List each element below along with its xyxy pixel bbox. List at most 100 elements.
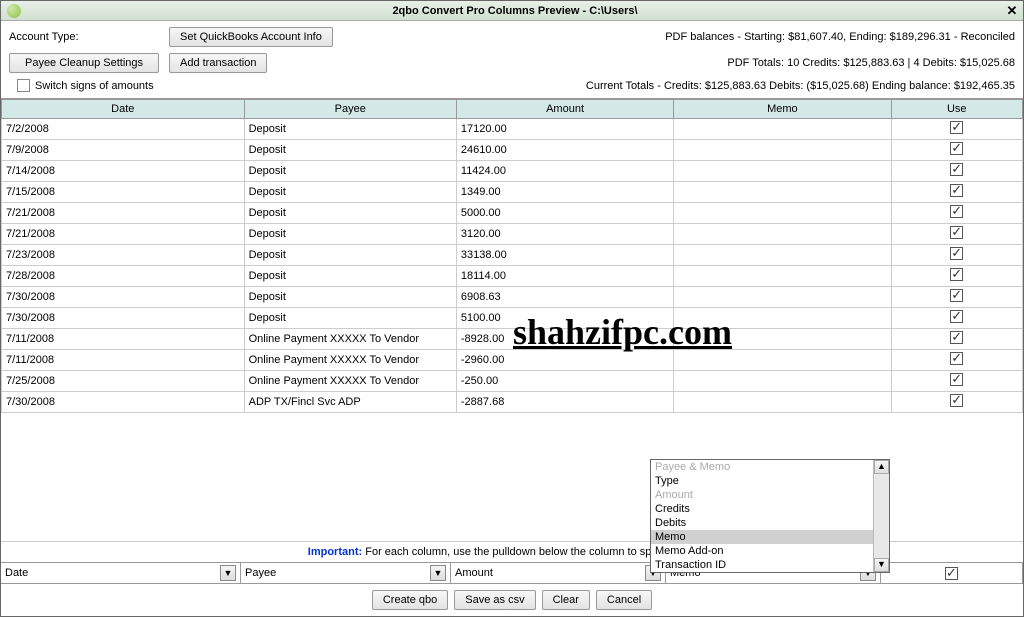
table-row[interactable]: 7/28/2008Deposit18114.00 <box>2 266 1023 287</box>
cell-date[interactable]: 7/14/2008 <box>2 161 245 182</box>
cell-amount[interactable]: 5100.00 <box>456 308 673 329</box>
cell-date[interactable]: 7/11/2008 <box>2 329 245 350</box>
selector-use[interactable] <box>881 563 1023 583</box>
cell-amount[interactable]: 17120.00 <box>456 119 673 140</box>
switch-signs-checkbox[interactable] <box>17 79 30 92</box>
dropdown-item[interactable]: Debits <box>651 516 889 530</box>
chevron-down-icon[interactable]: ▼ <box>430 565 446 581</box>
cell-date[interactable]: 7/2/2008 <box>2 119 245 140</box>
cell-amount[interactable]: -250.00 <box>456 371 673 392</box>
cell-memo[interactable] <box>674 161 891 182</box>
cell-payee[interactable]: Deposit <box>244 140 456 161</box>
cell-memo[interactable] <box>674 203 891 224</box>
col-header-amount[interactable]: Amount <box>456 100 673 119</box>
cell-amount[interactable]: 5000.00 <box>456 203 673 224</box>
table-row[interactable]: 7/14/2008Deposit11424.00 <box>2 161 1023 182</box>
table-row[interactable]: 7/30/2008Deposit6908.63 <box>2 287 1023 308</box>
cell-memo[interactable] <box>674 329 891 350</box>
cell-date[interactable]: 7/11/2008 <box>2 350 245 371</box>
cell-memo[interactable] <box>674 119 891 140</box>
selector-amount[interactable]: Amount ▼ <box>451 563 666 583</box>
cell-payee[interactable]: Deposit <box>244 119 456 140</box>
cell-payee[interactable]: Online Payment XXXXX To Vendor <box>244 371 456 392</box>
use-checkbox[interactable] <box>950 310 963 323</box>
dropdown-item[interactable]: Type <box>651 474 889 488</box>
use-checkbox[interactable] <box>950 163 963 176</box>
cell-amount[interactable]: 6908.63 <box>456 287 673 308</box>
cell-date[interactable]: 7/21/2008 <box>2 203 245 224</box>
scroll-down-icon[interactable]: ▼ <box>874 558 889 572</box>
col-header-memo[interactable]: Memo <box>674 100 891 119</box>
set-quickbooks-info-button[interactable]: Set QuickBooks Account Info <box>169 27 333 47</box>
cell-amount[interactable]: 11424.00 <box>456 161 673 182</box>
cell-payee[interactable]: Deposit <box>244 287 456 308</box>
use-checkbox[interactable] <box>950 331 963 344</box>
cell-use[interactable] <box>891 224 1022 245</box>
col-header-payee[interactable]: Payee <box>244 100 456 119</box>
create-qbo-button[interactable]: Create qbo <box>372 590 448 610</box>
use-checkbox[interactable] <box>950 142 963 155</box>
cell-payee[interactable]: Deposit <box>244 182 456 203</box>
use-checkbox[interactable] <box>950 247 963 260</box>
cell-use[interactable] <box>891 161 1022 182</box>
use-checkbox[interactable] <box>950 289 963 302</box>
cell-amount[interactable]: -2887.68 <box>456 392 673 413</box>
dropdown-scrollbar[interactable]: ▲ ▼ <box>873 460 889 572</box>
use-checkbox[interactable] <box>950 121 963 134</box>
cell-date[interactable]: 7/30/2008 <box>2 287 245 308</box>
cell-amount[interactable]: -8928.00 <box>456 329 673 350</box>
use-checkbox[interactable] <box>950 394 963 407</box>
cell-use[interactable] <box>891 119 1022 140</box>
table-row[interactable]: 7/25/2008Online Payment XXXXX To Vendor-… <box>2 371 1023 392</box>
dropdown-item[interactable]: Transaction ID <box>651 558 889 572</box>
use-checkbox[interactable] <box>950 184 963 197</box>
cell-amount[interactable]: 24610.00 <box>456 140 673 161</box>
cell-use[interactable] <box>891 392 1022 413</box>
cell-amount[interactable]: -2960.00 <box>456 350 673 371</box>
memo-dropdown-popup[interactable]: ▲ ▼ Payee & MemoTypeAmountCreditsDebitsM… <box>650 459 890 573</box>
use-checkbox[interactable] <box>950 373 963 386</box>
cell-use[interactable] <box>891 245 1022 266</box>
table-row[interactable]: 7/21/2008Deposit3120.00 <box>2 224 1023 245</box>
cell-memo[interactable] <box>674 392 891 413</box>
cell-use[interactable] <box>891 350 1022 371</box>
add-transaction-button[interactable]: Add transaction <box>169 53 267 73</box>
cell-payee[interactable]: Deposit <box>244 203 456 224</box>
cell-memo[interactable] <box>674 287 891 308</box>
cell-payee[interactable]: Deposit <box>244 308 456 329</box>
cell-memo[interactable] <box>674 350 891 371</box>
use-checkbox[interactable] <box>950 352 963 365</box>
cell-payee[interactable]: Online Payment XXXXX To Vendor <box>244 350 456 371</box>
cell-date[interactable]: 7/30/2008 <box>2 392 245 413</box>
cell-amount[interactable]: 3120.00 <box>456 224 673 245</box>
cell-date[interactable]: 7/23/2008 <box>2 245 245 266</box>
cell-date[interactable]: 7/9/2008 <box>2 140 245 161</box>
cell-use[interactable] <box>891 182 1022 203</box>
cell-date[interactable]: 7/21/2008 <box>2 224 245 245</box>
table-row[interactable]: 7/11/2008Online Payment XXXXX To Vendor-… <box>2 329 1023 350</box>
table-row[interactable]: 7/21/2008Deposit5000.00 <box>2 203 1023 224</box>
cell-memo[interactable] <box>674 266 891 287</box>
cell-date[interactable]: 7/15/2008 <box>2 182 245 203</box>
payee-cleanup-button[interactable]: Payee Cleanup Settings <box>9 53 159 73</box>
cell-use[interactable] <box>891 371 1022 392</box>
dropdown-item[interactable]: Credits <box>651 502 889 516</box>
cell-memo[interactable] <box>674 371 891 392</box>
cell-payee[interactable]: Online Payment XXXXX To Vendor <box>244 329 456 350</box>
table-row[interactable]: 7/15/2008Deposit1349.00 <box>2 182 1023 203</box>
table-row[interactable]: 7/23/2008Deposit33138.00 <box>2 245 1023 266</box>
table-row[interactable]: 7/30/2008Deposit5100.00 <box>2 308 1023 329</box>
cell-memo[interactable] <box>674 182 891 203</box>
dropdown-item[interactable]: Memo Add-on <box>651 544 889 558</box>
cell-payee[interactable]: Deposit <box>244 245 456 266</box>
cell-use[interactable] <box>891 329 1022 350</box>
cell-payee[interactable]: Deposit <box>244 161 456 182</box>
col-header-date[interactable]: Date <box>2 100 245 119</box>
cell-date[interactable]: 7/28/2008 <box>2 266 245 287</box>
cell-use[interactable] <box>891 266 1022 287</box>
cell-amount[interactable]: 18114.00 <box>456 266 673 287</box>
table-row[interactable]: 7/9/2008Deposit24610.00 <box>2 140 1023 161</box>
cancel-button[interactable]: Cancel <box>596 590 652 610</box>
cell-memo[interactable] <box>674 224 891 245</box>
table-row[interactable]: 7/2/2008Deposit17120.00 <box>2 119 1023 140</box>
